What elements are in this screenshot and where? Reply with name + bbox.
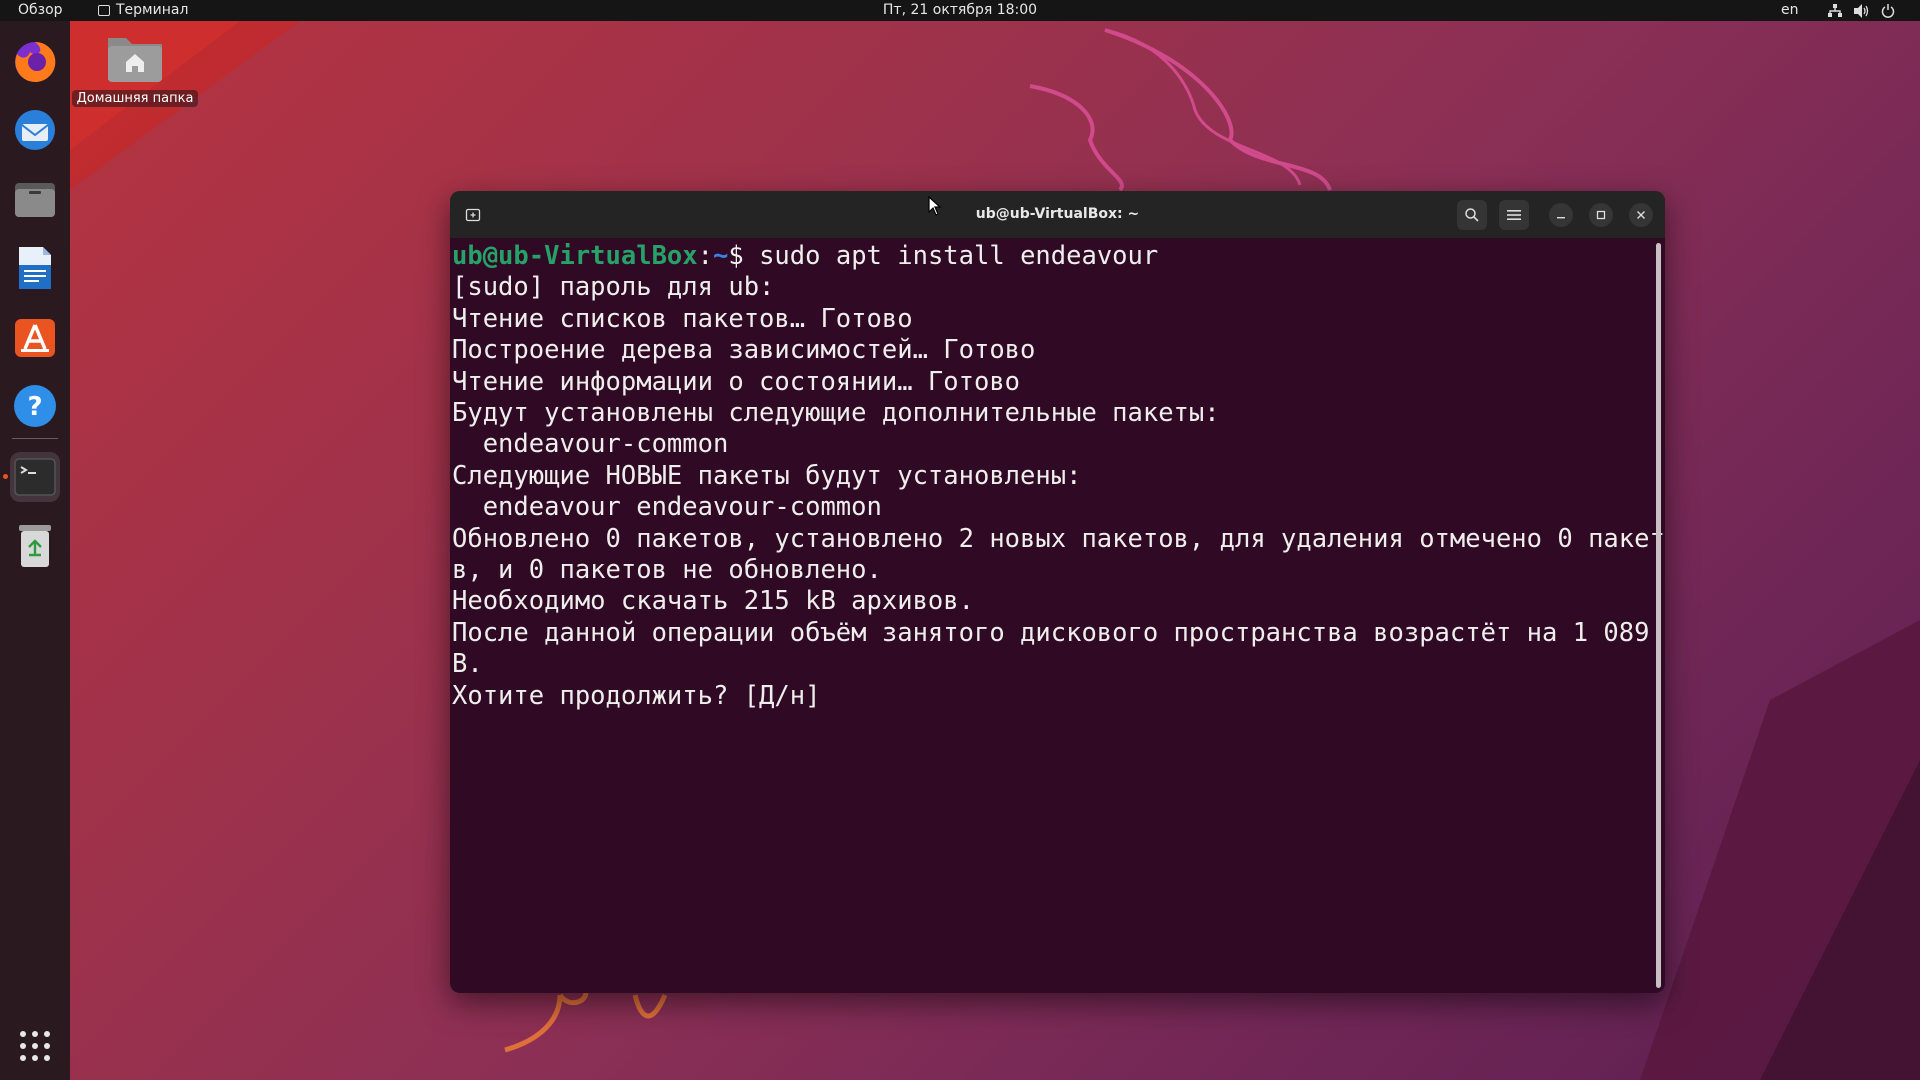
output-line: Обновлено 0 пакетов, установлено 2 новых… (452, 523, 1665, 554)
output-line: Будут установлены следующие дополнительн… (452, 398, 1220, 428)
trash-icon (19, 525, 51, 567)
top-bar: Обзор Терминал Пт, 21 октября 18:00 en (0, 0, 1920, 21)
maximize-icon (1596, 210, 1606, 220)
maximize-button[interactable] (1589, 203, 1613, 227)
prompt-user: ub@ub-VirtualBox (452, 241, 698, 271)
close-button[interactable] (1629, 203, 1653, 227)
command-text: sudo apt install endeavour (759, 241, 1159, 271)
home-folder-icon (104, 30, 166, 86)
output-line: Чтение списков пакетов… Готово (452, 303, 913, 334)
terminal-scrollbar[interactable] (1656, 243, 1661, 988)
output-line: Следующие НОВЫЕ пакеты будут установлены… (452, 460, 1082, 491)
output-line: endeavour endeavour-common (452, 492, 882, 523)
terminal-small-icon (98, 5, 110, 16)
search-button[interactable] (1457, 200, 1487, 230)
app-center-icon (15, 319, 55, 357)
close-icon (1637, 211, 1645, 219)
home-folder-label: Домашняя папка (71, 90, 199, 107)
mouse-cursor-icon (928, 195, 942, 220)
power-icon (1881, 3, 1895, 18)
prompt-separator: : (697, 241, 713, 271)
files-icon (15, 183, 55, 217)
dock-thunderbird[interactable] (10, 105, 60, 155)
output-line: Построение дерева зависимостей… Готово (452, 335, 1036, 366)
network-icon (1828, 3, 1842, 18)
firefox-icon (15, 41, 56, 82)
running-indicator (3, 474, 8, 479)
hamburger-menu-icon (1507, 210, 1521, 220)
terminal-window[interactable]: ub@ub-VirtualBox: ~ ub@ub-VirtualBox:~$ … (450, 191, 1665, 993)
dock-app-center[interactable] (10, 312, 60, 362)
writer-icon (19, 247, 51, 289)
dock-trash[interactable] (10, 521, 60, 571)
output-line: endeavour-common (452, 429, 729, 460)
dock-writer[interactable] (10, 243, 60, 293)
desktop-home-folder[interactable]: Домашняя папка (70, 30, 200, 107)
output-line: в, и 0 пакетов не обновлено. (452, 555, 882, 585)
clock-container: Пт, 21 октября 18:00 (0, 0, 1920, 21)
output-line: Чтение информации о состоянии… Готово (452, 366, 1021, 397)
svg-text:?: ? (27, 392, 42, 422)
output-line: B. (452, 649, 483, 680)
menu-button[interactable] (1499, 200, 1529, 230)
dock-firefox[interactable] (10, 36, 60, 86)
dock-help[interactable]: ? (10, 381, 60, 431)
terminal-output[interactable]: ub@ub-VirtualBox:~$ sudo apt install end… (452, 241, 1665, 991)
grid-icon (20, 1031, 50, 1061)
system-tray[interactable] (1828, 0, 1895, 21)
volume-icon (1854, 3, 1869, 18)
output-line: [sudo] пароль для ub: (452, 272, 775, 303)
thunderbird-icon (15, 110, 55, 150)
keyboard-layout-indicator[interactable]: en (1781, 0, 1799, 21)
output-line: Хотите продолжить? [Д/н] (452, 680, 821, 711)
prompt-dollar: $ (728, 241, 760, 271)
output-line: Необходимо скачать 215 kB архивов. (452, 586, 974, 617)
app-menu-button[interactable]: Терминал (98, 0, 188, 21)
show-apps-button[interactable] (10, 1021, 60, 1071)
dock-files[interactable] (10, 174, 60, 224)
help-icon: ? (14, 385, 56, 427)
prompt-path: ~ (713, 241, 729, 271)
clock[interactable]: Пт, 21 октября 18:00 (883, 2, 1037, 18)
minimize-icon (1557, 217, 1565, 219)
dock: ? (0, 21, 70, 1080)
terminal-icon (14, 458, 56, 496)
dock-separator (12, 438, 58, 439)
dock-terminal[interactable] (10, 452, 60, 502)
terminal-titlebar[interactable]: ub@ub-VirtualBox: ~ (450, 191, 1665, 238)
prompt-line: ub@ub-VirtualBox:~$ sudo apt install end… (452, 241, 1158, 272)
app-menu-label: Терминал (116, 2, 189, 18)
search-icon (1465, 208, 1479, 222)
minimize-button[interactable] (1549, 203, 1573, 227)
output-line: После данной операции объём занятого дис… (452, 617, 1665, 648)
activities-button[interactable]: Обзор (18, 0, 63, 21)
